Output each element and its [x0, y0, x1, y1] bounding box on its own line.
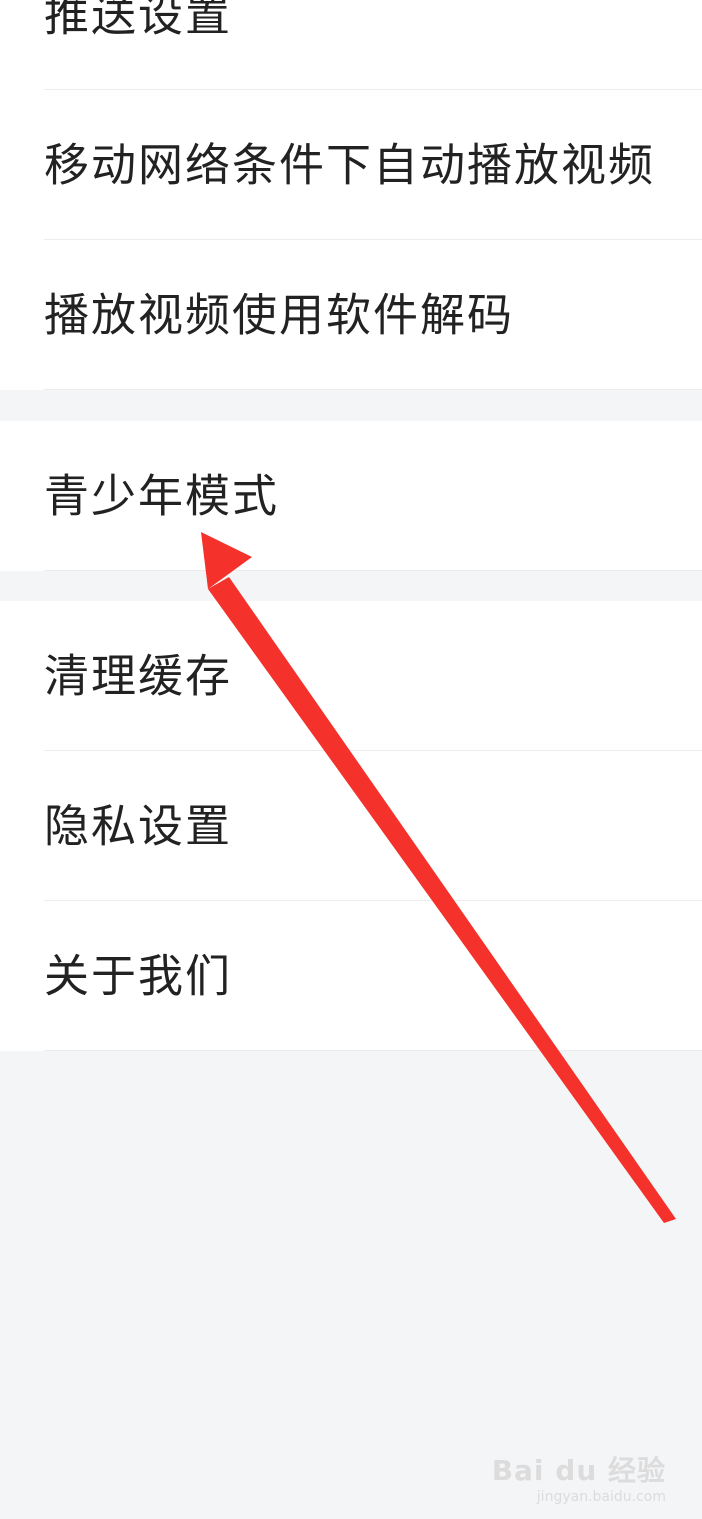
divider: [44, 1050, 702, 1051]
settings-row-autoplay-mobile[interactable]: 移动网络条件下自动播放视频: [0, 90, 702, 240]
settings-group-3: 清理缓存 隐私设置 关于我们: [0, 601, 702, 1051]
settings-row-label: 关于我们: [44, 949, 233, 1003]
settings-row-teen-mode[interactable]: 青少年模式: [0, 421, 702, 571]
divider: [44, 570, 702, 571]
settings-row-push[interactable]: 推送设置: [0, 0, 702, 90]
baidu-jingyan-watermark: Bai du 经验 jingyan.baidu.com: [492, 1449, 666, 1505]
watermark-url: jingyan.baidu.com: [536, 1489, 666, 1505]
settings-row-software-decode[interactable]: 播放视频使用软件解码: [0, 240, 702, 390]
settings-group-1: 推送设置 移动网络条件下自动播放视频 播放视频使用软件解码: [0, 0, 702, 390]
settings-group-2: 青少年模式: [0, 421, 702, 571]
settings-row-label: 隐私设置: [44, 799, 233, 853]
settings-row-label: 移动网络条件下自动播放视频: [44, 138, 656, 192]
settings-row-label: 播放视频使用软件解码: [44, 288, 515, 342]
settings-row-label: 推送设置: [44, 0, 233, 42]
settings-row-privacy[interactable]: 隐私设置: [0, 751, 702, 901]
settings-row-about[interactable]: 关于我们: [0, 901, 702, 1051]
settings-row-label: 清理缓存: [44, 649, 233, 703]
settings-row-label: 青少年模式: [44, 469, 280, 523]
divider: [44, 389, 702, 390]
settings-row-clear-cache[interactable]: 清理缓存: [0, 601, 702, 751]
watermark-brand: Bai du 经验: [491, 1454, 666, 1487]
